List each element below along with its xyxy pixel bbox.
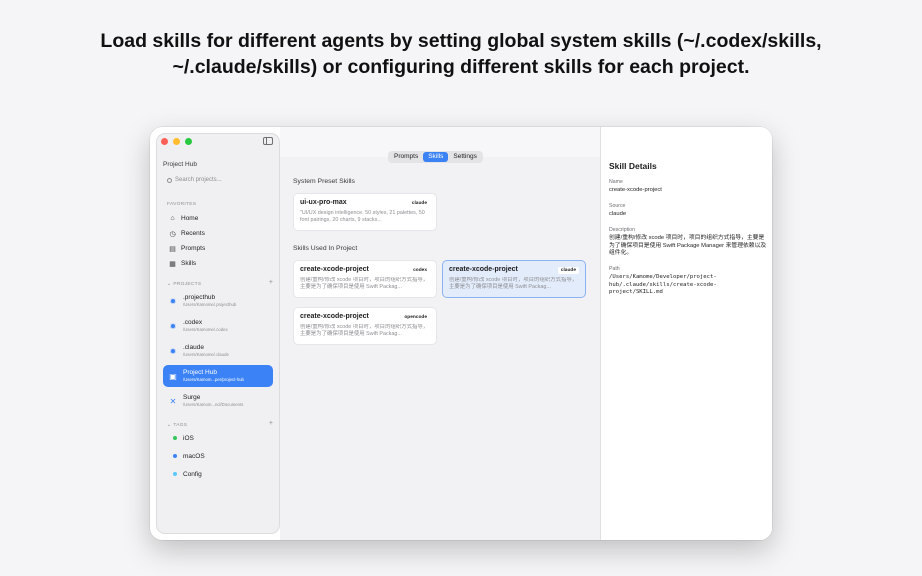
app-title: Project Hub: [163, 161, 197, 168]
project-name: Project Hub: [183, 369, 217, 376]
skill-card[interactable]: create-xcode-project opencode 创建/重构/修改 x…: [293, 307, 437, 345]
agent-badge: opencode: [401, 314, 430, 321]
sidebar: Project Hub Search projects... FAVORITES…: [156, 133, 280, 534]
tag-dot: [173, 436, 177, 440]
details-title: Skill Details: [609, 161, 657, 171]
gear-icon: ✹: [169, 346, 177, 356]
sidebar-project-project-hub[interactable]: ▣ Project Hub /Users/Kamom...per/project…: [163, 365, 273, 387]
chevron-down-icon: ⌄: [167, 423, 172, 428]
headline-line-1: Load skills for different agents by sett…: [100, 30, 822, 52]
sidebar-item-label: Recents: [181, 230, 205, 237]
agent-badge: claude: [557, 267, 579, 274]
sidebar-item-skills[interactable]: ▦ Skills: [163, 257, 273, 270]
search-field[interactable]: Search projects...: [167, 177, 222, 183]
tab-bar: Prompts Skills Settings: [388, 151, 483, 163]
zoom-window-button[interactable]: [185, 138, 192, 145]
grid-icon: ▦: [169, 260, 176, 268]
sidebar-item-prompts[interactable]: ▤ Prompts: [163, 242, 273, 255]
book-icon: ▤: [169, 245, 176, 253]
favorites-section-label: FAVORITES: [167, 202, 197, 207]
main-panel: Prompts Skills Settings System Preset Sk…: [280, 127, 600, 540]
chevron-down-icon: ⌄: [167, 282, 172, 287]
clock-icon: ◷: [169, 230, 176, 238]
sidebar-item-label: Prompts: [181, 245, 206, 252]
project-name: .projecthub: [183, 294, 216, 301]
app-icon: ▣: [169, 371, 177, 381]
headline: Load skills for different agents by sett…: [0, 28, 922, 80]
minimize-window-button[interactable]: [173, 138, 180, 145]
sidebar-tag-config[interactable]: Config: [163, 468, 273, 480]
agent-badge: codex: [410, 267, 430, 274]
project-name: .codex: [183, 319, 203, 326]
sidebar-project-projecthub[interactable]: ✹ .projecthub /Users/Kamome/.projecthub: [163, 290, 273, 312]
sidebar-tag-macos[interactable]: macOS: [163, 450, 273, 462]
name-label: Name: [609, 179, 623, 185]
sidebar-project-codex[interactable]: ✹ .codex /Users/Kamome/.codex: [163, 315, 273, 337]
skill-card-selected[interactable]: create-xcode-project claude 创建/重构/修改 xco…: [442, 260, 586, 298]
system-skills-title: System Preset Skills: [293, 178, 355, 185]
skill-description: "UI/UX design intelligence. 50 styles, 2…: [300, 210, 425, 223]
sidebar-project-surge[interactable]: ✕ Surge /Users/Kamom...ncl/Documents: [163, 390, 273, 412]
tags-section-label[interactable]: ⌄ TAGS: [167, 423, 187, 428]
skill-card[interactable]: create-xcode-project codex 创建/重构/修改 xcod…: [293, 260, 437, 298]
gear-icon: ✹: [169, 296, 177, 306]
project-path: /Users/Kamome/.claude: [183, 352, 229, 357]
tab-settings[interactable]: Settings: [448, 152, 482, 162]
add-project-button[interactable]: +: [269, 279, 273, 286]
house-icon: ⌂: [170, 215, 175, 222]
projects-section-label[interactable]: ⌄ PROJECTS: [167, 282, 201, 287]
tab-skills[interactable]: Skills: [423, 152, 449, 162]
name-value: create-xcode-project: [609, 187, 662, 193]
sidebar-item-label: Home: [181, 215, 199, 222]
details-panel: Skill Details Name create-xcode-project …: [600, 127, 772, 540]
skill-description: 创建/重构/修改 xcode 项目时，项目的组织方式指导，主要是为了确保项目是使…: [300, 277, 429, 290]
add-tag-button[interactable]: +: [269, 420, 273, 427]
sidebar-item-label: Skills: [181, 260, 197, 267]
tag-dot: [173, 472, 177, 476]
path-label: Path: [609, 266, 620, 272]
agent-badge: claude: [408, 200, 430, 207]
source-value: claude: [609, 211, 627, 217]
project-path: /Users/Kamome/.projecthub: [183, 302, 237, 307]
gear-icon: ✹: [169, 321, 177, 331]
project-name: Surge: [183, 394, 201, 401]
sidebar-tag-ios[interactable]: iOS: [163, 432, 273, 444]
source-label: Source: [609, 203, 626, 209]
window-controls: [161, 138, 192, 145]
app-window: Project Hub Search projects... FAVORITES…: [150, 127, 772, 540]
project-path: /Users/Kamom...ncl/Documents: [183, 402, 244, 407]
description-label: Description: [609, 227, 635, 233]
sidebar-project-claude[interactable]: ✹ .claude /Users/Kamome/.claude: [163, 340, 273, 362]
headline-line-2: ~/.claude/skills) or configuring differe…: [172, 56, 750, 78]
tag-label: Config: [183, 470, 202, 478]
skill-description: 创建/重构/修改 xcode 项目时，项目的组织方式指导，主要是为了确保项目是使…: [300, 324, 429, 337]
description-value: 创建/重构/修改 xcode 项目时，项目的组织方式指导，主要是为了确保项目是使…: [609, 235, 767, 256]
tag-dot: [173, 454, 177, 458]
tab-prompts[interactable]: Prompts: [389, 152, 423, 162]
tools-icon: ✕: [169, 396, 177, 406]
path-value: /Users/Kamome/Developer/project-hub/.cla…: [609, 274, 717, 295]
project-name: .claude: [183, 344, 204, 351]
search-input[interactable]: Search projects...: [175, 177, 222, 183]
skill-card[interactable]: ui-ux-pro-max claude "UI/UX design intel…: [293, 193, 437, 231]
project-path: /Users/Kamome/.codex: [183, 327, 228, 332]
sidebar-toggle-icon[interactable]: [263, 137, 273, 145]
tag-label: iOS: [183, 434, 194, 442]
search-icon: [167, 177, 172, 183]
sidebar-item-recents[interactable]: ◷ Recents: [163, 227, 273, 240]
skill-description: 创建/重构/修改 xcode 项目时，项目的组织方式指导，主要是为了确保项目是使…: [449, 277, 578, 290]
project-skills-title: Skills Used In Project: [293, 245, 358, 252]
sidebar-item-home[interactable]: ⌂ Home: [163, 212, 273, 225]
close-window-button[interactable]: [161, 138, 168, 145]
tag-label: macOS: [183, 452, 205, 460]
project-path: /Users/Kamom...per/project-hub: [183, 377, 244, 382]
